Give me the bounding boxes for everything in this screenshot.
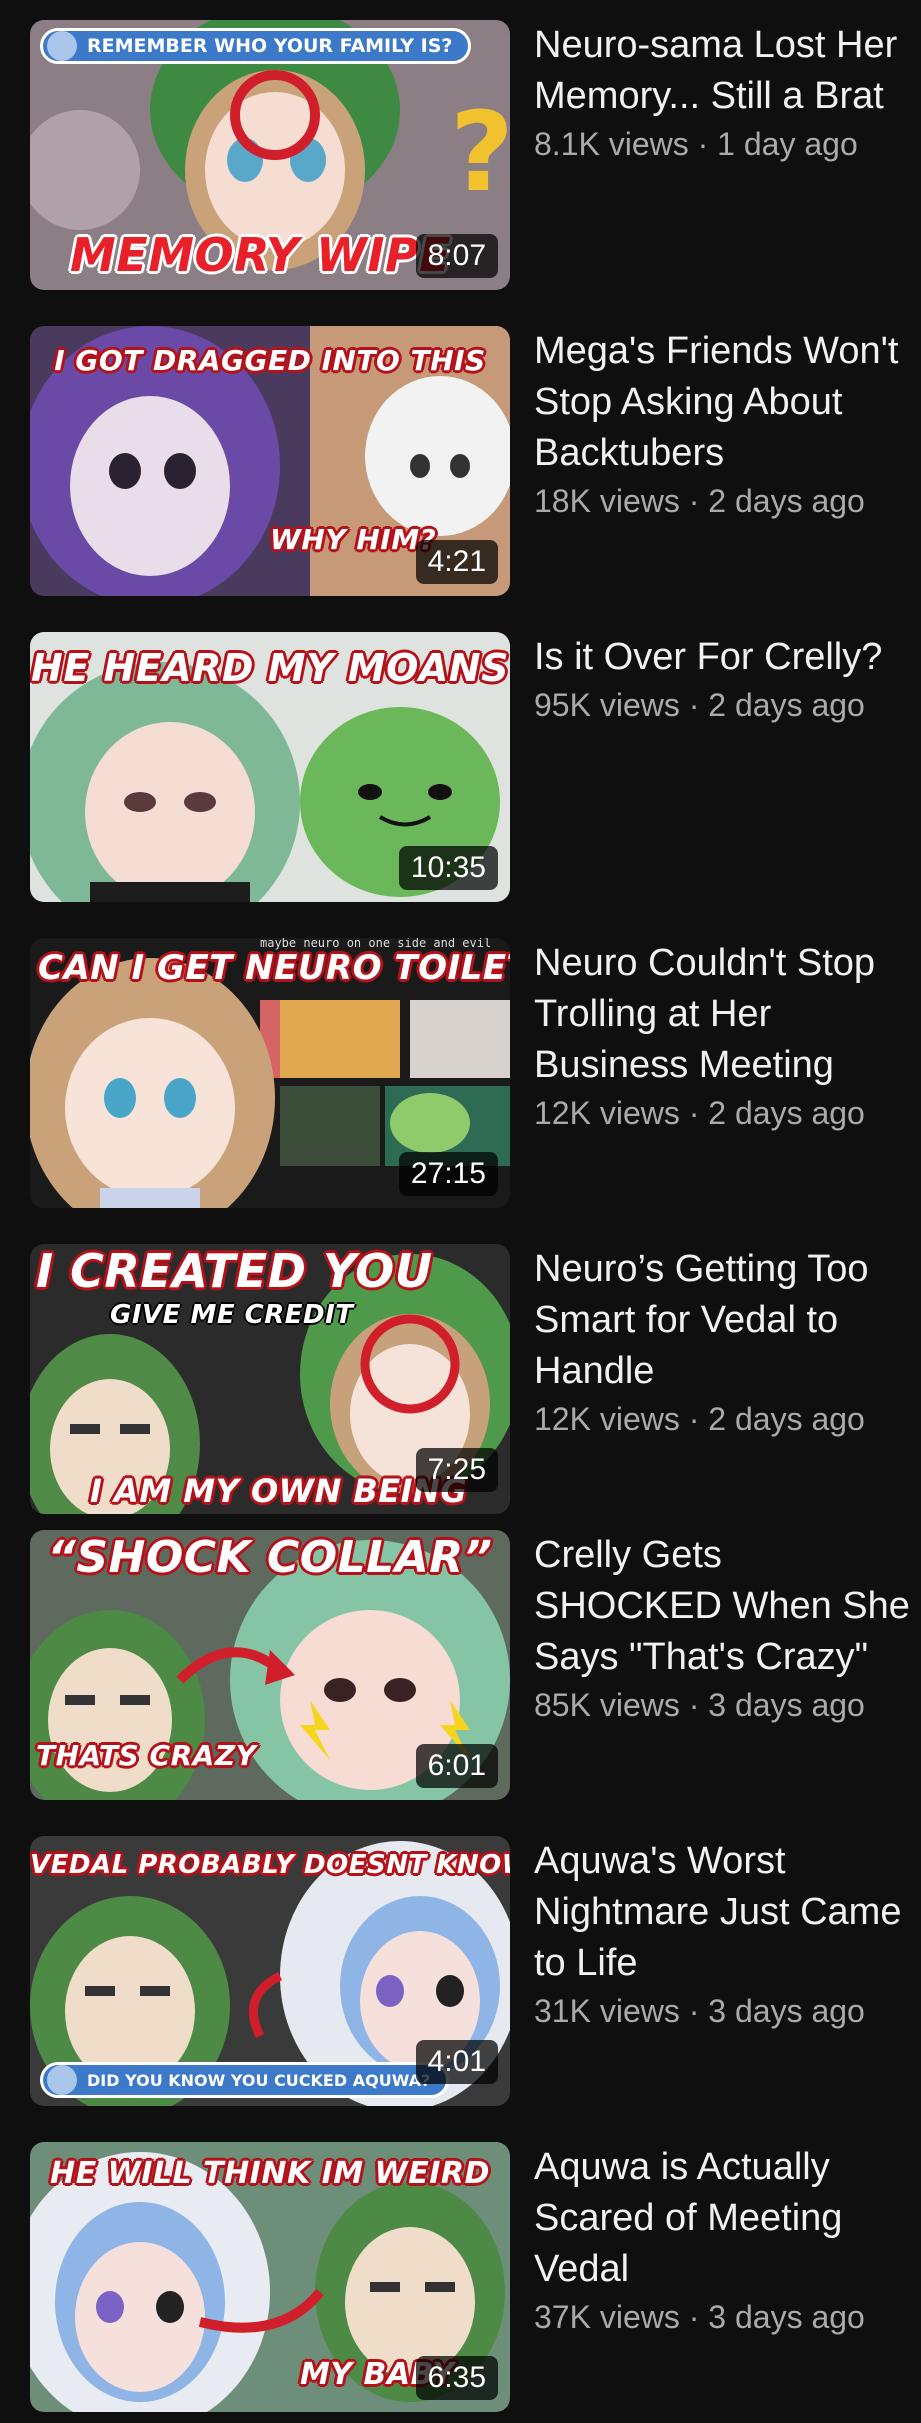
thumbnail-pill: DID YOU KNOW YOU CUCKED AQUWA? bbox=[40, 2062, 450, 2098]
video-item[interactable]: HE HEARD MY MOANS 10:35 Is it Over For C… bbox=[0, 612, 921, 902]
video-title[interactable]: Neuro-sama Lost Her Memory... Still a Br… bbox=[534, 20, 914, 122]
user-icon bbox=[47, 31, 77, 61]
duration-badge: 4:01 bbox=[415, 2040, 498, 2084]
thumbnail-caption: I CREATED YOU bbox=[36, 1244, 433, 1298]
upload-age: 2 days ago bbox=[708, 483, 865, 519]
separator: · bbox=[679, 2299, 709, 2335]
duration-badge: 27:15 bbox=[398, 1152, 498, 1196]
video-item[interactable]: “SHOCK COLLAR” THATS CRAZY 6:01 Crelly G… bbox=[0, 1510, 921, 1800]
video-title[interactable]: Neuro’s Getting Too Smart for Vedal to H… bbox=[534, 1244, 914, 1397]
video-meta: Crelly Gets SHOCKED When She Says "That'… bbox=[534, 1530, 914, 1727]
video-stats: 18K views · 2 days ago bbox=[534, 479, 914, 523]
video-stats: 12K views · 2 days ago bbox=[534, 1397, 914, 1441]
video-thumbnail[interactable]: HE WILL THINK IM WEIRD MY BABY 6:35 bbox=[30, 2142, 510, 2412]
video-stats: 95K views · 2 days ago bbox=[534, 683, 914, 727]
upload-age: 2 days ago bbox=[708, 1095, 865, 1131]
video-meta: Is it Over For Crelly? 95K views · 2 day… bbox=[534, 632, 914, 727]
video-thumbnail[interactable]: I CREATED YOU GIVE ME CREDIT I AM MY OWN… bbox=[30, 1244, 510, 1514]
video-meta: Neuro Couldn't Stop Trolling at Her Busi… bbox=[534, 938, 914, 1135]
video-list: ? REMEMBER WHO YOUR FAMILY IS? MEMORY WI… bbox=[0, 0, 921, 2423]
upload-age: 3 days ago bbox=[708, 1993, 865, 2029]
video-stats: 85K views · 3 days ago bbox=[534, 1683, 914, 1727]
video-stats: 12K views · 2 days ago bbox=[534, 1091, 914, 1135]
duration-badge: 10:35 bbox=[398, 846, 498, 890]
upload-age: 1 day ago bbox=[717, 126, 858, 162]
upload-age: 3 days ago bbox=[708, 2299, 865, 2335]
separator: · bbox=[679, 1687, 709, 1723]
video-meta: Aquwa is Actually Scared of Meeting Veda… bbox=[534, 2142, 914, 2339]
video-thumbnail[interactable]: I GOT DRAGGED INTO THIS WHY HIM? 4:21 bbox=[30, 326, 510, 596]
separator: · bbox=[688, 126, 718, 162]
video-title[interactable]: Aquwa's Worst Nightmare Just Came to Lif… bbox=[534, 1836, 914, 1989]
thumbnail-caption: I GOT DRAGGED INTO THIS bbox=[54, 344, 486, 377]
video-stats: 37K views · 3 days ago bbox=[534, 2295, 914, 2339]
view-count: 18K views bbox=[534, 483, 680, 519]
upload-age: 2 days ago bbox=[708, 687, 865, 723]
video-thumbnail[interactable]: maybe neuro on one side and evil CAN I G… bbox=[30, 938, 510, 1208]
video-title[interactable]: Neuro Couldn't Stop Trolling at Her Busi… bbox=[534, 938, 914, 1091]
separator: · bbox=[679, 1401, 709, 1437]
video-meta: Neuro’s Getting Too Smart for Vedal to H… bbox=[534, 1244, 914, 1441]
view-count: 31K views bbox=[534, 1993, 680, 2029]
video-stats: 31K views · 3 days ago bbox=[534, 1989, 914, 2033]
thumbnail-caption: HE HEARD MY MOANS bbox=[31, 646, 509, 690]
video-title[interactable]: Aquwa is Actually Scared of Meeting Veda… bbox=[534, 2142, 914, 2295]
separator: · bbox=[679, 687, 709, 723]
video-thumbnail[interactable]: HE HEARD MY MOANS 10:35 bbox=[30, 632, 510, 902]
separator: · bbox=[679, 1993, 709, 2029]
view-count: 85K views bbox=[534, 1687, 680, 1723]
video-meta: Neuro-sama Lost Her Memory... Still a Br… bbox=[534, 20, 914, 166]
thumbnail-caption: VEDAL PROBABLY DOESNT KNOW bbox=[30, 1850, 510, 1880]
thumbnail-subcaption: GIVE ME CREDIT bbox=[110, 1300, 354, 1330]
video-item[interactable]: maybe neuro on one side and evil CAN I G… bbox=[0, 918, 921, 1208]
thumbnail-pill: REMEMBER WHO YOUR FAMILY IS? bbox=[40, 28, 472, 64]
video-title[interactable]: Crelly Gets SHOCKED When She Says "That'… bbox=[534, 1530, 914, 1683]
duration-badge: 7:25 bbox=[415, 1448, 498, 1492]
video-item[interactable]: ? REMEMBER WHO YOUR FAMILY IS? MEMORY WI… bbox=[0, 0, 921, 290]
thumbnail-caption: “SHOCK COLLAR” bbox=[47, 1532, 493, 1583]
view-count: 12K views bbox=[534, 1095, 680, 1131]
video-thumbnail[interactable]: ? REMEMBER WHO YOUR FAMILY IS? MEMORY WI… bbox=[30, 20, 510, 290]
video-item[interactable]: VEDAL PROBABLY DOESNT KNOW DID YOU KNOW … bbox=[0, 1816, 921, 2106]
video-title[interactable]: Mega's Friends Won't Stop Asking About B… bbox=[534, 326, 914, 479]
thumbnail-caption: HE WILL THINK IM WEIRD bbox=[50, 2156, 490, 2191]
view-count: 12K views bbox=[534, 1401, 680, 1437]
svg-text:?: ? bbox=[450, 88, 510, 216]
duration-badge: 8:07 bbox=[415, 234, 498, 278]
video-item[interactable]: HE WILL THINK IM WEIRD MY BABY 6:35 Aquw… bbox=[0, 2122, 921, 2412]
video-meta: Aquwa's Worst Nightmare Just Came to Lif… bbox=[534, 1836, 914, 2033]
separator: · bbox=[679, 483, 709, 519]
video-thumbnail[interactable]: VEDAL PROBABLY DOESNT KNOW DID YOU KNOW … bbox=[30, 1836, 510, 2106]
video-title[interactable]: Is it Over For Crelly? bbox=[534, 632, 914, 683]
thumbnail-caption: CAN I GET NEURO TOILET? bbox=[38, 948, 510, 988]
upload-age: 2 days ago bbox=[708, 1401, 865, 1437]
duration-badge: 6:35 bbox=[415, 2356, 498, 2400]
view-count: 37K views bbox=[534, 2299, 680, 2335]
video-stats: 8.1K views · 1 day ago bbox=[534, 122, 914, 166]
view-count: 95K views bbox=[534, 687, 680, 723]
video-item[interactable]: I CREATED YOU GIVE ME CREDIT I AM MY OWN… bbox=[0, 1224, 921, 1514]
user-icon bbox=[47, 2065, 77, 2095]
video-item[interactable]: I GOT DRAGGED INTO THIS WHY HIM? 4:21 Me… bbox=[0, 306, 921, 596]
video-meta: Mega's Friends Won't Stop Asking About B… bbox=[534, 326, 914, 523]
upload-age: 3 days ago bbox=[708, 1687, 865, 1723]
view-count: 8.1K views bbox=[534, 126, 689, 162]
video-thumbnail[interactable]: “SHOCK COLLAR” THATS CRAZY 6:01 bbox=[30, 1530, 510, 1800]
separator: · bbox=[679, 1095, 709, 1131]
duration-badge: 4:21 bbox=[415, 540, 498, 584]
duration-badge: 6:01 bbox=[415, 1744, 498, 1788]
